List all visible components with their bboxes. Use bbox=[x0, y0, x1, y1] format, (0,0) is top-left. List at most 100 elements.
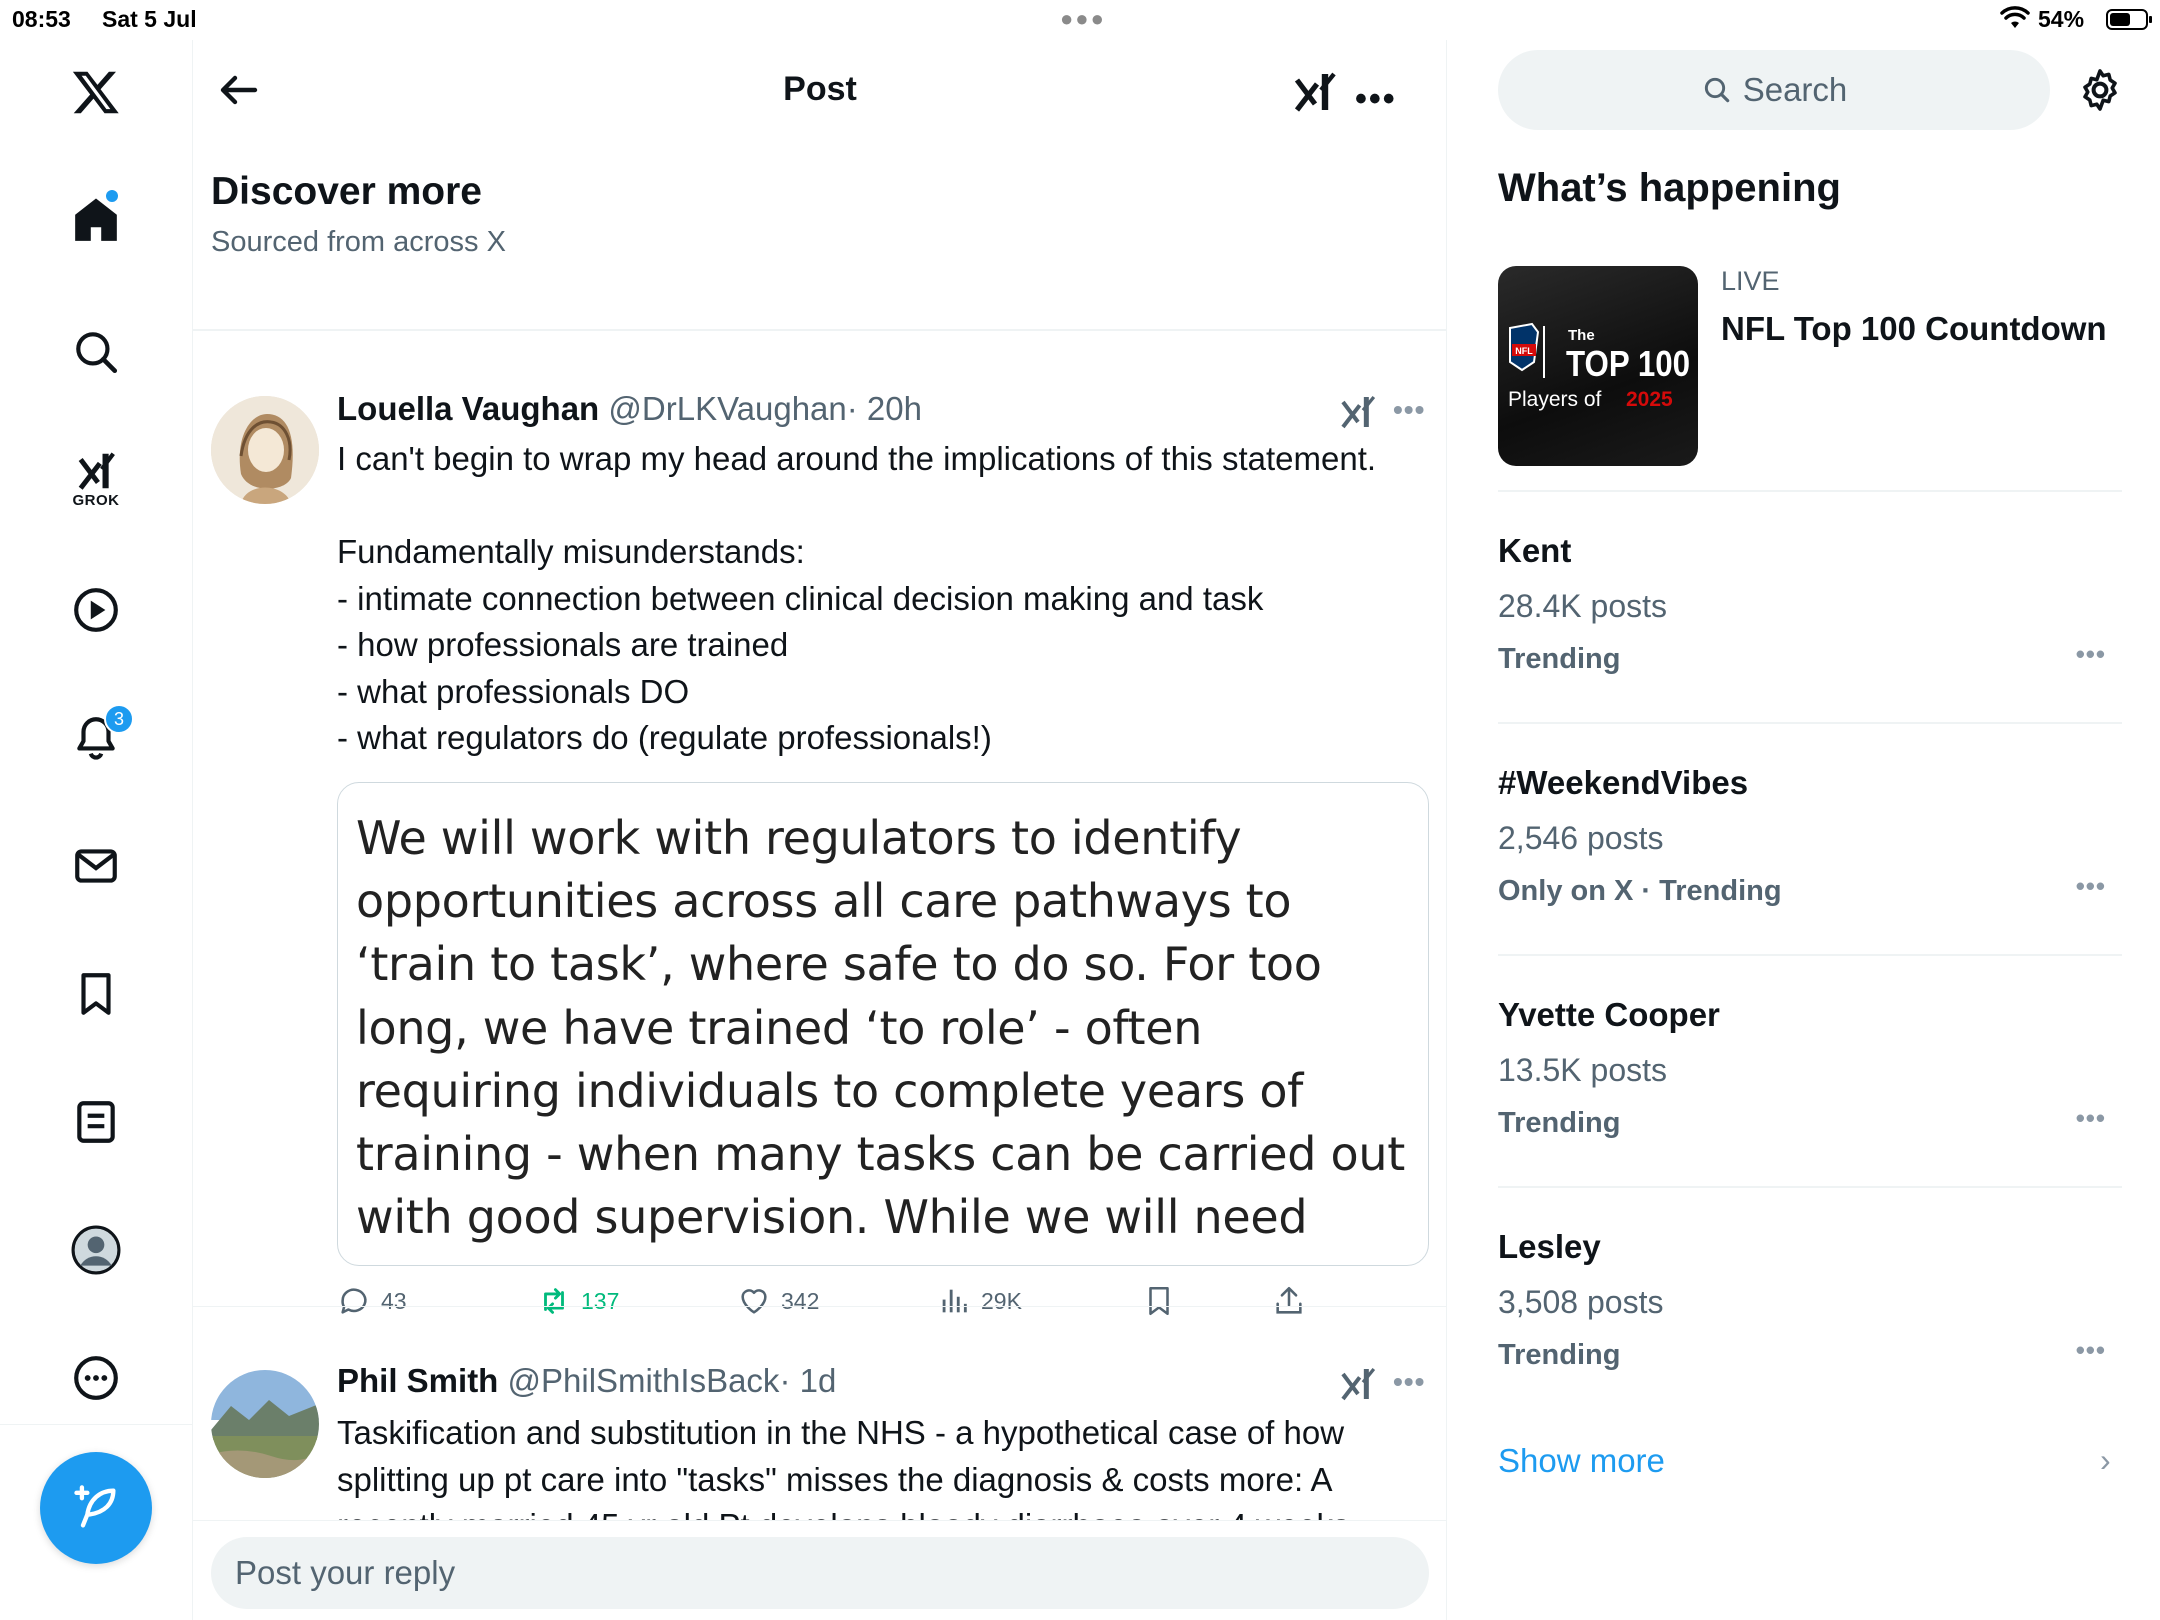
grok-label: GROK bbox=[72, 491, 120, 509]
x-logo-icon[interactable] bbox=[56, 52, 136, 132]
search-placeholder: Search bbox=[1742, 71, 1848, 108]
right-sidebar: Search What’s happening NFL The TOP 100 … bbox=[1448, 40, 2160, 1620]
home-icon bbox=[75, 198, 117, 241]
thumb-top100: TOP 100 bbox=[1566, 343, 1690, 384]
grok-icon bbox=[78, 451, 115, 490]
post-topbar: Post ••• bbox=[193, 40, 1446, 140]
nav-video[interactable] bbox=[56, 570, 136, 650]
post-item[interactable]: Louella Vaughan @DrLKVaughan· 20h ••• I … bbox=[193, 332, 1446, 1340]
search-icon bbox=[1704, 77, 1729, 103]
post-divider bbox=[193, 1306, 1446, 1307]
nav-messages[interactable] bbox=[56, 826, 136, 906]
status-date: Sat 5 Jul bbox=[102, 6, 197, 32]
trend-divider bbox=[1498, 954, 2122, 956]
status-bar: 08:53 Sat 5 Jul ●●● 54% bbox=[0, 0, 2160, 40]
envelope-icon bbox=[75, 849, 117, 883]
author-handle[interactable]: @PhilSmithIsBack bbox=[508, 1362, 780, 1399]
home-unread-dot bbox=[106, 190, 118, 202]
trend-meta: Only on X · Trending bbox=[1498, 875, 1782, 907]
author-name[interactable]: Phil Smith bbox=[337, 1362, 498, 1399]
trend-more-icon[interactable]: ••• bbox=[2076, 1103, 2106, 1134]
search-icon bbox=[76, 332, 118, 374]
nav-profile[interactable] bbox=[56, 1210, 136, 1290]
post-detail-column: Post ••• Discover more Sourced from acro… bbox=[193, 40, 1447, 1620]
show-more-link[interactable]: Show more bbox=[1498, 1442, 1665, 1480]
trend-name: Lesley bbox=[1498, 1228, 1601, 1265]
compose-post-button[interactable] bbox=[40, 1452, 152, 1564]
live-event-thumbnail[interactable]: NFL The TOP 100 Players of 2025 bbox=[1498, 266, 1698, 466]
author-name[interactable]: Louella Vaughan bbox=[337, 390, 599, 427]
post-item[interactable]: Phil Smith @PhilSmithIsBack· 1d ••• Task… bbox=[193, 1308, 1446, 1544]
grok-explain-icon[interactable] bbox=[1338, 392, 1378, 432]
trend-item[interactable]: Yvette Cooper 13.5K posts Trending ••• bbox=[1498, 996, 2122, 1140]
profile-avatar-icon bbox=[71, 1225, 121, 1275]
list-document-icon bbox=[77, 1101, 115, 1143]
avatar[interactable] bbox=[211, 1370, 319, 1478]
discover-more-header: Discover more Sourced from across X bbox=[211, 170, 506, 259]
post-media-image[interactable]: We will work with regulators to identify… bbox=[337, 782, 1429, 1266]
trend-name: Kent bbox=[1498, 532, 1572, 569]
trend-post-count: 13.5K posts bbox=[1498, 1052, 1667, 1088]
nav-divider bbox=[0, 1424, 193, 1425]
nav-notifications[interactable]: 3 bbox=[56, 698, 136, 778]
trend-meta: Trending bbox=[1498, 1339, 1621, 1371]
post-text: I can't begin to wrap my head around the… bbox=[337, 440, 1377, 756]
trend-meta: Trending bbox=[1498, 1107, 1621, 1139]
trend-divider bbox=[1498, 490, 2122, 492]
nfl-badge-text: NFL bbox=[1515, 346, 1533, 356]
trend-item[interactable]: Lesley 3,508 posts Trending ••• bbox=[1498, 1228, 2122, 1372]
bookmark-icon bbox=[81, 973, 111, 1015]
trend-name: #WeekendVibes bbox=[1498, 764, 1749, 801]
nav-lists[interactable] bbox=[56, 1082, 136, 1162]
battery-icon bbox=[2106, 9, 2152, 30]
battery-percent: 54% bbox=[2038, 6, 2085, 32]
multitask-dots-icon[interactable]: ●●● bbox=[1060, 6, 1106, 32]
compose-feather-icon bbox=[74, 1485, 116, 1528]
author-handle[interactable]: @DrLKVaughan bbox=[608, 390, 846, 427]
previous-post-actions-cutoff bbox=[193, 290, 1446, 330]
live-label: LIVE bbox=[1721, 266, 1780, 296]
more-options-icon[interactable]: ••• bbox=[1355, 80, 1397, 119]
post-time: · 1d bbox=[779, 1362, 837, 1399]
trend-divider bbox=[1498, 1186, 2122, 1188]
trend-name: Yvette Cooper bbox=[1498, 996, 1720, 1033]
gear-icon[interactable] bbox=[2076, 66, 2124, 114]
nav-home[interactable] bbox=[56, 180, 136, 260]
post-divider bbox=[193, 330, 1446, 331]
nav-bookmarks[interactable] bbox=[56, 954, 136, 1034]
trend-post-count: 28.4K posts bbox=[1498, 588, 1667, 624]
status-time: 08:53 bbox=[12, 6, 71, 32]
trend-meta: Trending bbox=[1498, 643, 1621, 675]
post-header: Phil Smith @PhilSmithIsBack· 1d bbox=[337, 1362, 836, 1400]
page-title: Post bbox=[783, 70, 857, 108]
post-more-icon[interactable]: ••• bbox=[1393, 1366, 1425, 1398]
post-more-icon[interactable]: ••• bbox=[1393, 394, 1425, 426]
play-circle-icon bbox=[74, 588, 118, 632]
trend-more-icon[interactable]: ••• bbox=[2076, 639, 2106, 670]
trend-post-count: 3,508 posts bbox=[1498, 1284, 1664, 1320]
reply-input[interactable]: Post your reply bbox=[211, 1537, 1429, 1609]
post-header: Louella Vaughan @DrLKVaughan· 20h bbox=[337, 390, 922, 428]
search-input[interactable]: Search bbox=[1498, 50, 2050, 130]
chevron-right-icon[interactable]: › bbox=[2100, 1442, 2111, 1479]
trend-item[interactable]: #WeekendVibes 2,546 posts Only on X · Tr… bbox=[1498, 764, 2122, 908]
nav-more[interactable] bbox=[56, 1338, 136, 1418]
thumb-players: Players of bbox=[1508, 388, 1602, 411]
trend-item[interactable]: Kent 28.4K posts Trending ••• bbox=[1498, 532, 2122, 676]
left-navigation: GROK 3 bbox=[0, 40, 193, 1620]
notifications-badge: 3 bbox=[104, 704, 134, 734]
live-event-title[interactable]: NFL Top 100 Countdown bbox=[1721, 310, 2107, 348]
more-circle-icon bbox=[74, 1356, 118, 1400]
grok-explain-icon[interactable] bbox=[1338, 1364, 1378, 1404]
discover-title: Discover more bbox=[211, 170, 482, 213]
nav-grok[interactable]: GROK bbox=[56, 438, 136, 518]
grok-icon[interactable] bbox=[1291, 68, 1339, 116]
trend-more-icon[interactable]: ••• bbox=[2076, 871, 2106, 902]
discover-subtitle: Sourced from across X bbox=[211, 226, 506, 258]
reply-bar: Post your reply bbox=[193, 1520, 1446, 1620]
wifi-icon bbox=[2000, 6, 2030, 36]
avatar[interactable] bbox=[211, 396, 319, 504]
nav-explore[interactable] bbox=[56, 312, 136, 392]
thumb-the: The bbox=[1568, 327, 1595, 344]
trend-more-icon[interactable]: ••• bbox=[2076, 1335, 2106, 1366]
